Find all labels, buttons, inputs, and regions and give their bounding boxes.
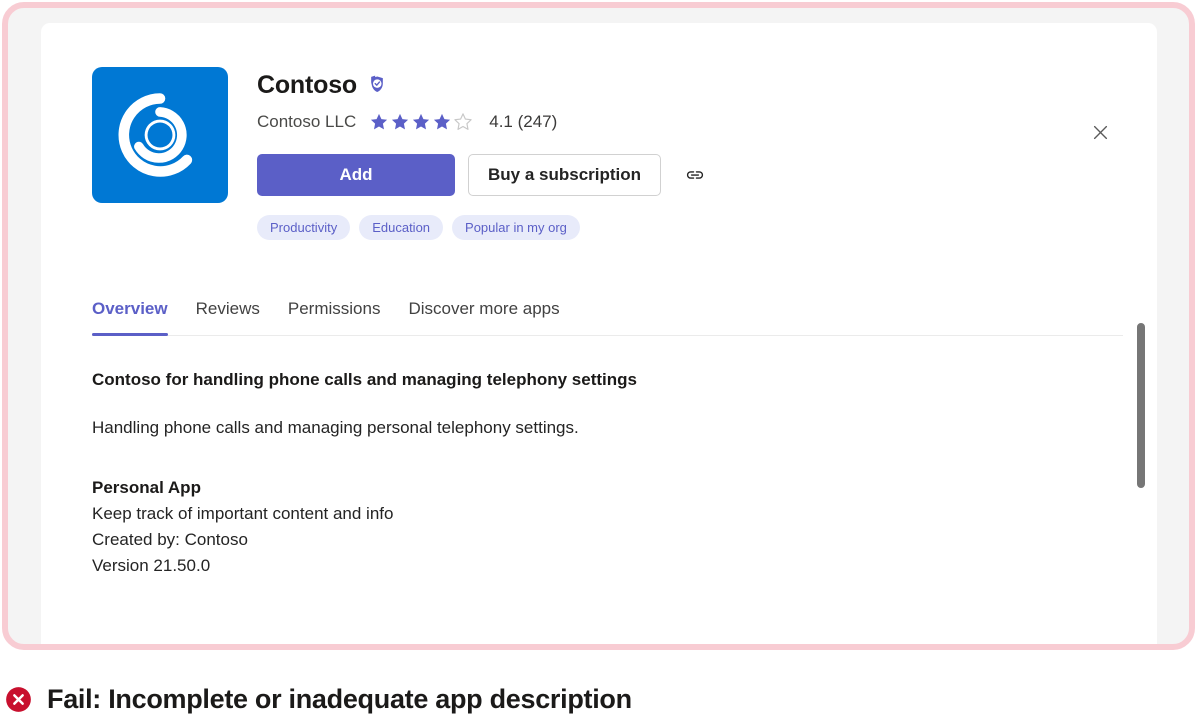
tag-pill-popular-in-my-org[interactable]: Popular in my org bbox=[452, 215, 580, 240]
verified-publisher-shield-icon bbox=[366, 74, 386, 99]
content-scrollbar[interactable] bbox=[1134, 303, 1148, 633]
star-empty-icon bbox=[453, 112, 473, 132]
scrollbar-thumb[interactable] bbox=[1137, 323, 1145, 488]
close-icon[interactable] bbox=[1082, 114, 1118, 150]
tag-pill-education[interactable]: Education bbox=[359, 215, 443, 240]
caption-text: Fail: Incomplete or inadequate app descr… bbox=[47, 684, 632, 715]
star-filled-icon bbox=[369, 112, 389, 132]
personal-app-heading: Personal App bbox=[92, 478, 1042, 498]
tab-discover-more-apps[interactable]: Discover more apps bbox=[408, 293, 559, 335]
tag-row: Productivity Education Popular in my org bbox=[257, 215, 711, 240]
fail-circle-x-icon bbox=[5, 686, 32, 713]
detail-line-created-by: Created by: Contoso bbox=[92, 530, 1042, 550]
caption-bar: Fail: Incomplete or inadequate app descr… bbox=[0, 678, 1200, 720]
add-button[interactable]: Add bbox=[257, 154, 455, 196]
star-filled-icon bbox=[390, 112, 410, 132]
rating-stars bbox=[369, 112, 473, 132]
buy-subscription-button[interactable]: Buy a subscription bbox=[468, 154, 661, 196]
star-filled-icon bbox=[411, 112, 431, 132]
app-header: Contoso Contoso LLC bbox=[92, 67, 711, 240]
tab-reviews[interactable]: Reviews bbox=[196, 293, 260, 335]
star-filled-icon bbox=[432, 112, 452, 132]
link-icon[interactable] bbox=[679, 159, 711, 191]
overview-heading: Contoso for handling phone calls and man… bbox=[92, 370, 1042, 390]
contoso-swirl-logo-icon bbox=[92, 67, 228, 203]
tab-overview[interactable]: Overview bbox=[92, 293, 168, 335]
app-detail-card: Contoso Contoso LLC bbox=[41, 23, 1157, 648]
app-title-row: Contoso bbox=[257, 69, 711, 101]
app-meta-row: Contoso LLC 4.1 (247) bbox=[257, 111, 711, 133]
tag-pill-productivity[interactable]: Productivity bbox=[257, 215, 350, 240]
app-header-text: Contoso Contoso LLC bbox=[257, 67, 711, 240]
tab-permissions[interactable]: Permissions bbox=[288, 293, 381, 335]
action-row: Add Buy a subscription bbox=[257, 154, 711, 196]
detail-line-content-info: Keep track of important content and info bbox=[92, 504, 1042, 524]
overview-panel: Contoso for handling phone calls and man… bbox=[92, 370, 1042, 576]
screenshot-frame: Contoso Contoso LLC bbox=[2, 2, 1195, 650]
tab-bar: Overview Reviews Permissions Discover mo… bbox=[92, 293, 1123, 336]
detail-line-version: Version 21.50.0 bbox=[92, 556, 1042, 576]
rating-summary: 4.1 (247) bbox=[489, 112, 557, 132]
publisher-name: Contoso LLC bbox=[257, 112, 356, 132]
app-title: Contoso bbox=[257, 71, 357, 100]
overview-description: Handling phone calls and managing person… bbox=[92, 418, 1042, 438]
